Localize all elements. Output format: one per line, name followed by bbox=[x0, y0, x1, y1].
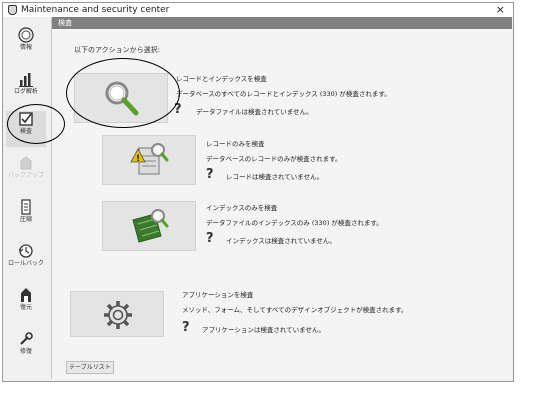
sidebar-item-label: ロールバック bbox=[7, 260, 44, 267]
close-button[interactable]: × bbox=[496, 3, 505, 16]
action-description: データベースのレコードのみが検査されます。 bbox=[206, 155, 342, 163]
action-description: データベースのすべてのレコードとインデックス (330) が検査されます。 bbox=[176, 90, 391, 98]
restore-icon bbox=[21, 288, 31, 302]
panel-header: 検査 bbox=[52, 17, 512, 29]
gear-icon bbox=[104, 301, 132, 329]
rollback-icon bbox=[18, 244, 33, 258]
action-prompt: 以下のアクションから選択: bbox=[74, 46, 161, 54]
sidebar-item-label: 修復 bbox=[19, 348, 32, 355]
action-title: レコードのみを検査 bbox=[206, 140, 265, 148]
unverified-question-icon: ? bbox=[174, 102, 182, 117]
maintenance-window: Maintenance and security center × 情報 ログ解… bbox=[2, 2, 514, 382]
sidebar-item-backup[interactable]: バックアップ bbox=[6, 155, 46, 191]
panel-header-title: 検査 bbox=[58, 19, 72, 27]
unverified-question-icon: ? bbox=[206, 167, 214, 182]
sidebar-item-label: ログ解析 bbox=[13, 88, 38, 95]
sidebar-item-label: 検査 bbox=[19, 128, 32, 135]
action-title: レコードとインデックスを検査 bbox=[176, 75, 267, 83]
verify-icon bbox=[19, 112, 33, 126]
unverified-question-icon: ? bbox=[182, 320, 190, 335]
sidebar-item-log-analysis[interactable]: ログ解析 bbox=[6, 71, 46, 107]
action-description: データファイルのインデックスのみ (330) が検査されます。 bbox=[206, 219, 383, 227]
log-analysis-icon bbox=[19, 73, 33, 87]
app-icon bbox=[8, 5, 17, 15]
content-panel: 検査 以下のアクションから選択: レコードとインデックスを検査 データベースのす… bbox=[51, 17, 512, 379]
verify-records-and-indexes-button[interactable] bbox=[74, 73, 168, 123]
backup-icon bbox=[20, 156, 32, 170]
table-list-button[interactable]: テーブルリスト bbox=[66, 361, 114, 374]
action-status: データファイルは検査されていません。 bbox=[196, 108, 313, 116]
index-icon bbox=[132, 209, 169, 243]
action-status: レコードは検査されていません。 bbox=[226, 173, 324, 181]
window-title: Maintenance and security center bbox=[21, 5, 170, 15]
action-title: アプリケーションを検査 bbox=[182, 291, 254, 299]
sidebar-item-compact[interactable]: 圧縮 bbox=[6, 199, 46, 235]
sidebar-item-label: バックアップ bbox=[7, 172, 44, 179]
compact-icon bbox=[21, 199, 31, 215]
sidebar-item-label: 情報 bbox=[19, 44, 32, 51]
sidebar-item-info[interactable]: 情報 bbox=[6, 27, 46, 63]
svg-text:!: ! bbox=[136, 154, 140, 164]
sidebar-item-restore[interactable]: 復元 bbox=[6, 287, 46, 323]
sidebar-item-verify[interactable]: 検査 bbox=[6, 111, 46, 147]
title-bar: Maintenance and security center × bbox=[3, 3, 513, 17]
action-status: アプリケーションは検査されていません。 bbox=[202, 326, 325, 334]
action-status: インデックスは検査されていません。 bbox=[226, 237, 336, 245]
magnifier-icon bbox=[105, 81, 139, 116]
verify-records-only-button[interactable]: ! bbox=[102, 135, 196, 185]
action-description: メソッド、フォーム、そしてすべてのデザインオブジェクトが検査されます。 bbox=[182, 306, 408, 314]
action-title: インデックスのみを検査 bbox=[206, 204, 278, 212]
verify-indexes-only-button[interactable] bbox=[102, 201, 196, 251]
sidebar-item-label: 復元 bbox=[19, 304, 32, 311]
verify-application-button[interactable] bbox=[70, 291, 164, 337]
sidebar-item-repair[interactable]: 修復 bbox=[6, 331, 46, 367]
sidebar: 情報 ログ解析 検査 バックアップ 圧縮 ロールバック 復元 修復 bbox=[3, 17, 49, 381]
unverified-question-icon: ? bbox=[206, 231, 214, 246]
records-warning-icon: ! bbox=[130, 143, 169, 175]
sidebar-item-rollback[interactable]: ロールバック bbox=[6, 243, 46, 279]
repair-icon bbox=[20, 332, 33, 345]
info-icon bbox=[18, 27, 34, 43]
sidebar-item-label: 圧縮 bbox=[19, 216, 32, 223]
